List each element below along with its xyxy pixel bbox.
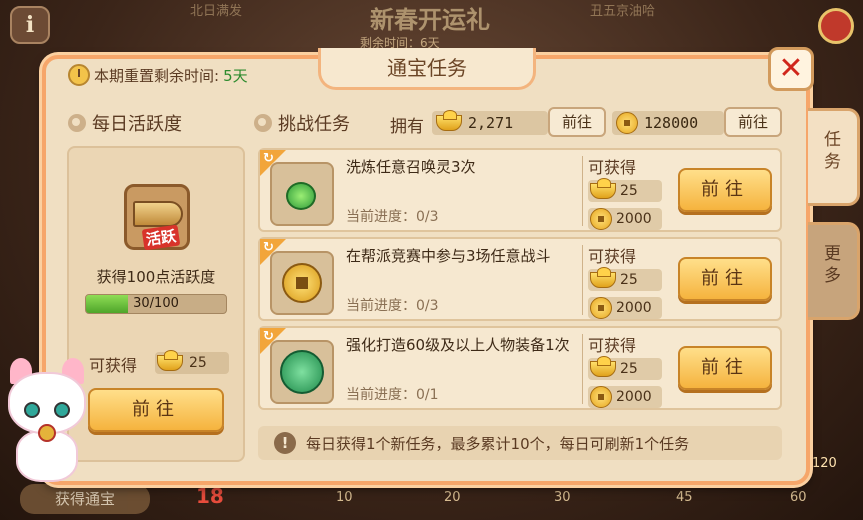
- daily-reward-value: 25: [189, 355, 207, 371]
- jade-disc-icon: [270, 340, 334, 404]
- daily-reward: 25: [155, 350, 229, 374]
- ingot-balance: 2,271: [432, 110, 548, 135]
- get-tongbao-button[interactable]: 获得通宝: [20, 484, 150, 514]
- task-ingot-value: 25: [620, 183, 638, 199]
- task-go-button[interactable]: 前往: [678, 168, 772, 212]
- ingot-icon: [590, 178, 616, 199]
- ingot-icon: [157, 350, 183, 371]
- ingot-icon: [590, 267, 616, 288]
- ingot-icon: [590, 356, 616, 377]
- task-get-label: 可获得: [588, 336, 637, 355]
- task-name: 洗炼任意召唤灵3次: [346, 158, 476, 176]
- challenge-heading-text: 挑战任务: [278, 114, 350, 135]
- close-button[interactable]: ✕: [768, 47, 814, 91]
- divider: [582, 334, 583, 404]
- background-left-label: 北日满发: [190, 4, 243, 19]
- tab-more-label: 更多: [824, 244, 841, 286]
- task-ingot-value: 25: [620, 361, 638, 377]
- task-go-button[interactable]: 前往: [678, 346, 772, 390]
- coin-go-button[interactable]: 前往: [724, 107, 782, 137]
- reset-label: 本期重置剩余时间:: [94, 66, 220, 85]
- reset-value: 5天: [223, 66, 248, 85]
- own-label: 拥有: [390, 117, 424, 137]
- divider: [582, 156, 583, 226]
- task-name: 在帮派竞赛中参与3场任意战斗: [346, 247, 551, 265]
- daily-heading: 每日活跃度: [68, 110, 182, 136]
- task-name: 强化打造60级及以上人物装备1次: [346, 336, 570, 354]
- coin-balance-value: 128000: [644, 114, 699, 132]
- task-coin-value: 2000: [616, 300, 652, 316]
- task-coin-reward: 2000: [588, 208, 662, 230]
- task-ingot-reward: 25: [588, 267, 662, 291]
- mascot-eye: [24, 402, 40, 418]
- warning-icon: !: [274, 432, 296, 454]
- horn-shape: [133, 201, 183, 227]
- bottom-tick: 20: [444, 490, 461, 505]
- daily-go-button[interactable]: 前往: [88, 388, 224, 432]
- bottom-count: 18: [196, 484, 224, 508]
- horn-icon: 活跃: [124, 184, 190, 251]
- task-ingot-reward: 25: [588, 178, 662, 202]
- horn-badge: 活跃: [141, 224, 181, 251]
- task-ingot-reward: 25: [588, 356, 662, 380]
- activity-progress-bar: 30/100: [85, 294, 227, 314]
- info-button[interactable]: i: [10, 6, 50, 44]
- divider: [582, 245, 583, 315]
- task-get-label: 可获得: [588, 158, 637, 177]
- mascot-eye: [54, 402, 70, 418]
- ingot-icon: [436, 110, 462, 131]
- tab-tasks[interactable]: 任务: [808, 108, 860, 206]
- task-go-button[interactable]: 前往: [678, 257, 772, 301]
- daily-heading-text: 每日活跃度: [92, 114, 182, 135]
- coin-icon: [590, 297, 612, 319]
- notice-text: 每日获得1个新任务，最多累计10个，每日可刷新1个任务: [306, 434, 690, 453]
- challenge-heading: 挑战任务: [254, 110, 350, 136]
- swirl-icon: [254, 114, 272, 132]
- chinese-knot-icon[interactable]: [818, 8, 854, 44]
- bottom-tick: 45: [676, 490, 693, 505]
- ingot-go-button[interactable]: 前往: [548, 107, 606, 137]
- task-row: ↻ 在帮派竞赛中参与3场任意战斗 当前进度：0/3 可获得 25 2000 前往: [258, 237, 782, 321]
- activity-progress-text: 30/100: [133, 296, 179, 311]
- bottom-tick: 60: [790, 490, 807, 505]
- task-coin-value: 2000: [616, 211, 652, 227]
- task-coin-reward: 2000: [588, 386, 662, 408]
- task-ingot-value: 25: [620, 272, 638, 288]
- task-row: ↻ 洗炼任意召唤灵3次 当前进度：0/3 可获得 25 2000 前往: [258, 148, 782, 232]
- event-title: 新春开运礼: [370, 6, 490, 34]
- tab-more[interactable]: 更多: [808, 222, 860, 320]
- notice-bar: ! 每日获得1个新任务，最多累计10个，每日可刷新1个任务: [258, 426, 782, 460]
- task-progress: 当前进度：0/3: [346, 209, 439, 225]
- mascot-cat: [2, 358, 92, 486]
- daily-get-label: 可获得: [89, 356, 138, 375]
- task-progress: 当前进度：0/3: [346, 298, 439, 314]
- coin-icon: [590, 386, 612, 408]
- right-count: 120: [812, 456, 837, 471]
- bottom-tick: 10: [336, 490, 353, 505]
- reset-timer: 本期重置剩余时间: 5天: [68, 64, 248, 86]
- gold-coin-icon: [270, 251, 334, 315]
- coin-icon: [616, 112, 638, 134]
- task-row: ↻ 强化打造60级及以上人物装备1次 当前进度：0/1 可获得 25 2000 …: [258, 326, 782, 410]
- tab-tasks-label: 任务: [824, 130, 841, 172]
- task-get-label: 可获得: [588, 247, 637, 266]
- task-coin-value: 2000: [616, 389, 652, 405]
- task-progress: 当前进度：0/1: [346, 387, 439, 403]
- panel-title: 通宝任务: [318, 48, 536, 90]
- ingot-balance-value: 2,271: [468, 114, 514, 132]
- background-right-label: 丑五京油哈: [590, 4, 656, 19]
- activity-desc: 获得100点活跃度: [96, 268, 216, 286]
- bottom-tick: 30: [554, 490, 571, 505]
- clock-icon: [68, 64, 90, 86]
- coin-icon: [590, 208, 612, 230]
- herb-icon: [270, 162, 334, 226]
- coin-balance: 128000: [612, 111, 724, 135]
- bell-icon: [38, 424, 56, 442]
- task-coin-reward: 2000: [588, 297, 662, 319]
- swirl-icon: [68, 114, 86, 132]
